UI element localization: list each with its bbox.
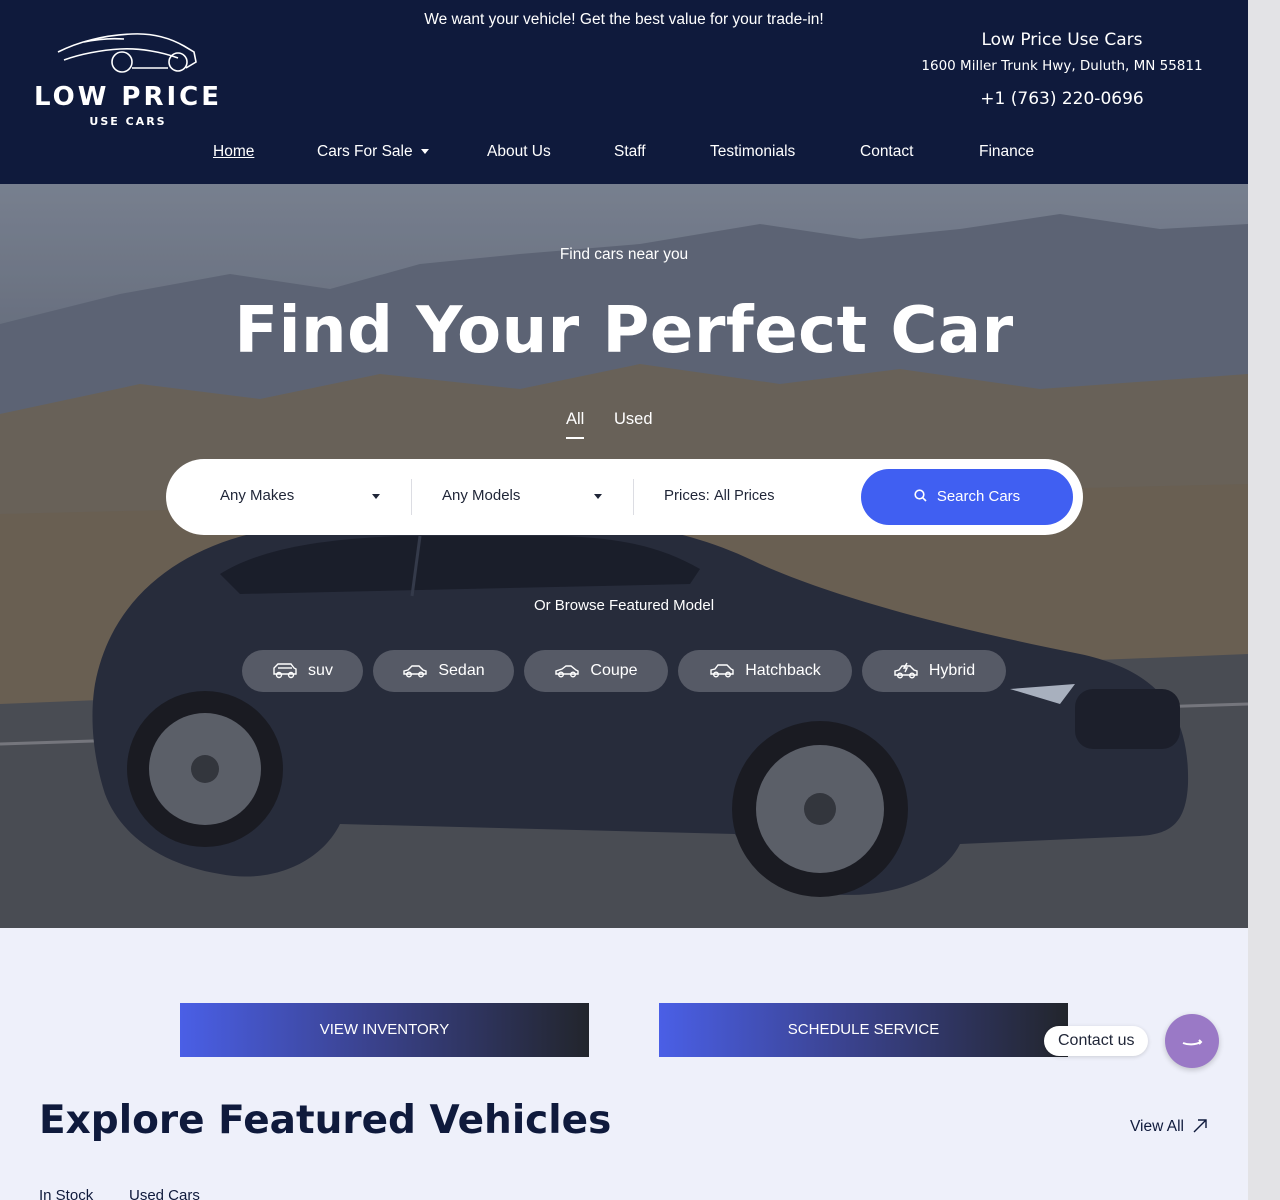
hybrid-icon — [894, 662, 918, 679]
browse-featured-label: Or Browse Featured Model — [533, 597, 715, 614]
nav-item-cars-for-sale[interactable]: Cars For Sale — [317, 143, 429, 161]
coupe-icon — [555, 665, 580, 678]
view-all-link[interactable]: View All — [1130, 1118, 1208, 1136]
body-type-suv[interactable]: suv — [242, 650, 363, 692]
nav-item-home[interactable]: Home — [213, 143, 254, 161]
body-type-label: Sedan — [438, 662, 485, 679]
contact-us-button[interactable] — [1165, 1014, 1219, 1068]
body-type-label: Hybrid — [928, 662, 976, 679]
nav-item-contact[interactable]: Contact — [860, 143, 913, 161]
search-divider — [411, 479, 412, 515]
caret-down-icon — [594, 494, 602, 499]
prices-value: All Prices — [714, 488, 775, 504]
promo-banner-text: We want your vehicle! Get the best value… — [424, 11, 824, 28]
hatchback-icon — [710, 664, 734, 678]
tab-all[interactable]: All — [566, 410, 585, 439]
hero-headline: Find Your Perfect Car — [234, 294, 1014, 368]
nav-item-finance[interactable]: Finance — [979, 143, 1034, 161]
body-type-label: suv — [308, 662, 333, 679]
dealer-name: Low Price Use Cars — [981, 30, 1143, 50]
nav-item-label: Cars For Sale — [317, 143, 413, 160]
caret-down-icon — [372, 494, 380, 499]
body-type-label: Coupe — [590, 662, 638, 679]
view-all-label: View All — [1130, 1118, 1184, 1135]
phone-icon — [1182, 1039, 1203, 1046]
featured-vehicles-title: Explore Featured Vehicles — [39, 1098, 612, 1143]
prices-select[interactable]: Prices: All Prices — [664, 487, 774, 504]
dealer-address[interactable]: 1600 Miller Trunk Hwy, Duluth, MN 55811 — [900, 57, 1224, 75]
tab-used-cars[interactable]: Used Cars — [129, 1187, 200, 1200]
prices-label: Prices: — [664, 487, 710, 504]
body-type-hatchback[interactable]: Hatchback — [678, 650, 852, 692]
tab-used[interactable]: Used — [614, 410, 653, 429]
hero-eyebrow: Find cars near you — [559, 246, 689, 263]
car-logo-icon — [57, 33, 197, 73]
tab-in-stock[interactable]: In Stock — [39, 1187, 93, 1200]
body-type-hybrid[interactable]: Hybrid — [862, 650, 1006, 692]
suv-icon — [273, 663, 297, 679]
search-button-label: Search Cars — [936, 488, 1021, 505]
site-logo[interactable]: LOW PRICE USE CARS — [32, 30, 224, 130]
body-type-label: Hatchback — [745, 662, 821, 679]
nav-item-staff[interactable]: Staff — [614, 143, 646, 161]
page-scrollbar[interactable] — [1248, 0, 1280, 1200]
nav-item-testimonials[interactable]: Testimonials — [710, 143, 795, 161]
contact-us-label[interactable]: Contact us — [1044, 1026, 1149, 1056]
search-cars-button[interactable]: Search Cars — [861, 469, 1073, 525]
body-type-coupe[interactable]: Coupe — [524, 650, 668, 692]
body-type-sedan[interactable]: Sedan — [373, 650, 514, 692]
dealer-phone[interactable]: +1 (763) 220-0696 — [900, 88, 1224, 110]
view-inventory-button[interactable]: VIEW INVENTORY — [180, 1003, 589, 1057]
makes-select[interactable]: Any Makes — [220, 487, 294, 504]
dealer-contact-info: Low Price Use Cars 1600 Miller Trunk Hwy… — [900, 29, 1224, 110]
arrow-up-right-icon — [1193, 1119, 1207, 1133]
schedule-service-button[interactable]: SCHEDULE SERVICE — [659, 1003, 1068, 1057]
hero-section: Find cars near you Find Your Perfect Car… — [0, 184, 1248, 928]
sedan-icon — [403, 665, 428, 678]
page: LOW PRICE USE CARS We want your vehicle!… — [0, 0, 1248, 1200]
site-header: LOW PRICE USE CARS We want your vehicle!… — [0, 0, 1248, 184]
nav-item-about-us[interactable]: About Us — [487, 143, 551, 161]
models-select[interactable]: Any Models — [442, 487, 520, 504]
car-search-bar: Any Makes Any Models Prices: All Prices … — [166, 459, 1083, 535]
search-icon — [914, 489, 927, 502]
logo-wordmark: LOW PRICE — [33, 82, 223, 112]
listing-type-tabs: All Used — [0, 410, 1248, 440]
caret-down-icon — [420, 149, 429, 155]
main-nav: Home Cars For Sale About Us Staff Testim… — [0, 143, 1248, 165]
logo-tagline: USE CARS — [89, 115, 167, 128]
search-divider — [633, 479, 634, 515]
